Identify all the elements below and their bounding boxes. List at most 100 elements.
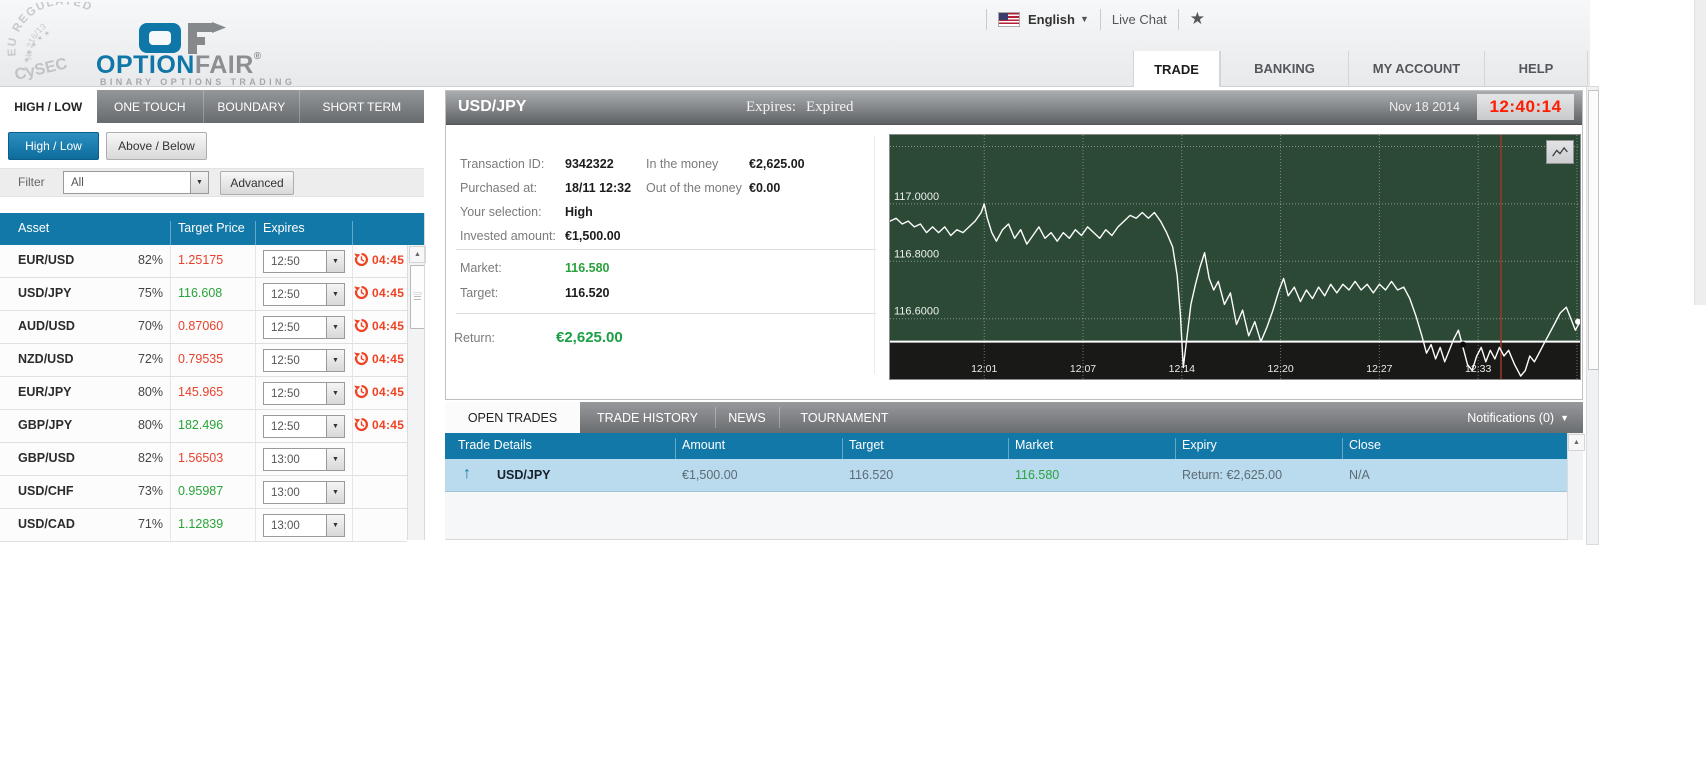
asset-table-header: Asset Target Price Expires	[0, 213, 424, 253]
tab-short-term[interactable]: SHORT TERM	[298, 90, 424, 123]
trade-panel-header: USD/JPY Expires: Expired Nov 18 2014 12:4…	[446, 91, 1582, 125]
chart-type-button[interactable]	[1546, 140, 1574, 164]
high-low-mode-button[interactable]: High / Low	[8, 132, 99, 160]
countdown-clock-icon	[354, 252, 368, 267]
asset-row: AUD/USD 70% 0.87060 12:50 ▼ 04:45	[0, 311, 407, 344]
filter-select-value: All	[71, 176, 84, 189]
logo-tagline: BINARY OPTIONS TRADING	[100, 77, 296, 87]
expiry-select[interactable]: 12:50 ▼	[263, 382, 345, 405]
tab-help[interactable]: HELP	[1484, 51, 1588, 86]
invested-amount-label: Invested amount:	[460, 229, 556, 243]
asset-row: USD/CHF 73% 0.95987 13:00 ▼	[0, 476, 407, 509]
divider	[352, 245, 353, 277]
countdown-value: 04:45	[372, 252, 405, 267]
target-price: 0.79535	[178, 352, 224, 366]
divider	[255, 410, 256, 442]
expiry-select[interactable]: 12:50 ▼	[263, 415, 345, 438]
market-value: 116.580	[565, 261, 610, 275]
tab-my-account[interactable]: MY ACCOUNT	[1348, 51, 1484, 86]
expiry-select[interactable]: 12:50 ▼	[263, 349, 345, 372]
browser-scrollbar-strip	[1694, 0, 1706, 305]
notifications-dropdown[interactable]: Notifications (0) ▼	[1467, 402, 1569, 433]
payout-percent: 73%	[137, 484, 163, 498]
dropdown-arrow-icon: ▼	[190, 172, 208, 193]
trades-table-scrollbar[interactable]: ▲	[1567, 433, 1585, 540]
tab-boundary[interactable]: BOUNDARY	[203, 90, 299, 123]
header-utilities: English ▼ Live Chat ★	[975, 6, 1205, 32]
asset-row: USD/JPY 75% 116.608 12:50 ▼ 04:45	[0, 278, 407, 311]
live-chat-link[interactable]: Live Chat	[1112, 12, 1167, 27]
svg-text:12:14: 12:14	[1169, 363, 1195, 375]
countdown-clock-icon	[354, 318, 368, 333]
expiry-select-value: 12:50	[271, 255, 300, 268]
option-type-tabs: HIGH / LOW ONE TOUCH BOUNDARY SHORT TERM	[0, 90, 424, 123]
return-label: Return:	[454, 331, 495, 345]
expiry-select[interactable]: 12:50 ▼	[263, 283, 345, 306]
expiry-select[interactable]: 13:00 ▼	[263, 514, 345, 537]
dropdown-arrow-icon: ▼	[326, 482, 344, 503]
divider	[255, 509, 256, 541]
tab-open-trades[interactable]: OPEN TRADES	[445, 402, 580, 433]
tab-high-low[interactable]: HIGH / LOW	[0, 90, 97, 123]
scroll-up-arrow-icon[interactable]: ▲	[1568, 434, 1585, 451]
trades-table-header: Trade Details Amount Target Market Expir…	[445, 433, 1568, 464]
dropdown-arrow-icon: ▼	[326, 515, 344, 536]
language-selector[interactable]: English ▼	[1028, 12, 1089, 27]
expiry-select[interactable]: 13:00 ▼	[263, 481, 345, 504]
above-below-mode-button[interactable]: Above / Below	[106, 132, 207, 160]
trade-amount: €1,500.00	[682, 468, 738, 482]
asset-name: EUR/USD	[18, 253, 75, 267]
badge-arc-text: EU REGULATED	[6, 2, 93, 57]
scrollbar-thumb[interactable]	[1588, 90, 1599, 370]
purchased-at-value: 18/11 12:32	[565, 181, 632, 195]
tab-banking[interactable]: BANKING	[1220, 51, 1348, 86]
column-header-expiry: Expiry	[1182, 438, 1217, 452]
filter-select[interactable]: All ▼	[63, 171, 209, 194]
scrollbar-thumb[interactable]	[410, 265, 425, 329]
optionfair-of-logo-icon	[139, 22, 226, 54]
countdown-clock-icon	[354, 285, 368, 300]
language-label: English	[1028, 11, 1075, 27]
dropdown-arrow-icon: ▼	[326, 449, 344, 470]
divider	[255, 377, 256, 409]
tab-one-touch[interactable]: ONE TOUCH	[96, 90, 204, 123]
chevron-down-icon: ▼	[1079, 14, 1089, 24]
divider	[255, 476, 256, 508]
divider	[352, 278, 353, 310]
divider	[352, 377, 353, 409]
tab-trade[interactable]: TRADE	[1133, 51, 1220, 87]
page-scrollbar[interactable]	[1586, 86, 1599, 545]
divider	[255, 278, 256, 310]
asset-table-scrollbar[interactable]: ▲	[407, 245, 426, 540]
divider	[170, 344, 171, 376]
expiry-select[interactable]: 12:50 ▼	[263, 316, 345, 339]
expiry-select[interactable]: 12:50 ▼	[263, 250, 345, 273]
filter-row: Filter All ▼ Advanced	[0, 168, 424, 197]
divider	[170, 311, 171, 343]
target-price: 1.12839	[178, 517, 224, 531]
in-the-money-label: In the money	[646, 157, 719, 171]
advanced-filter-button[interactable]: Advanced	[220, 171, 294, 195]
payout-percent: 82%	[137, 253, 163, 267]
notifications-label: Notifications (0)	[1467, 410, 1555, 425]
expiry-select[interactable]: 13:00 ▼	[263, 448, 345, 471]
countdown-timer: 04:45	[354, 252, 404, 267]
in-the-money-value: €2,625.00	[749, 157, 805, 171]
expiry-select-value: 12:50	[271, 288, 300, 301]
return-value: €2,625.00	[556, 329, 623, 346]
target-price: 1.56503	[178, 451, 224, 465]
payout-percent: 70%	[137, 319, 163, 333]
dropdown-arrow-icon: ▼	[326, 284, 344, 305]
divider	[456, 249, 876, 250]
tab-trade-history[interactable]: TRADE HISTORY	[580, 402, 715, 433]
trade-close: N/A	[1349, 468, 1370, 482]
chevron-down-icon: ▼	[1560, 412, 1569, 423]
tab-tournament[interactable]: TOURNAMENT	[779, 402, 910, 433]
target-price: 0.87060	[178, 319, 224, 333]
trade-asset: USD/JPY	[497, 468, 551, 482]
divider	[170, 410, 171, 442]
tab-news[interactable]: NEWS	[715, 402, 779, 433]
asset-row: EUR/JPY 80% 145.965 12:50 ▼ 04:45	[0, 377, 407, 410]
favorites-star-icon[interactable]: ★	[1190, 9, 1205, 29]
divider	[874, 136, 875, 374]
